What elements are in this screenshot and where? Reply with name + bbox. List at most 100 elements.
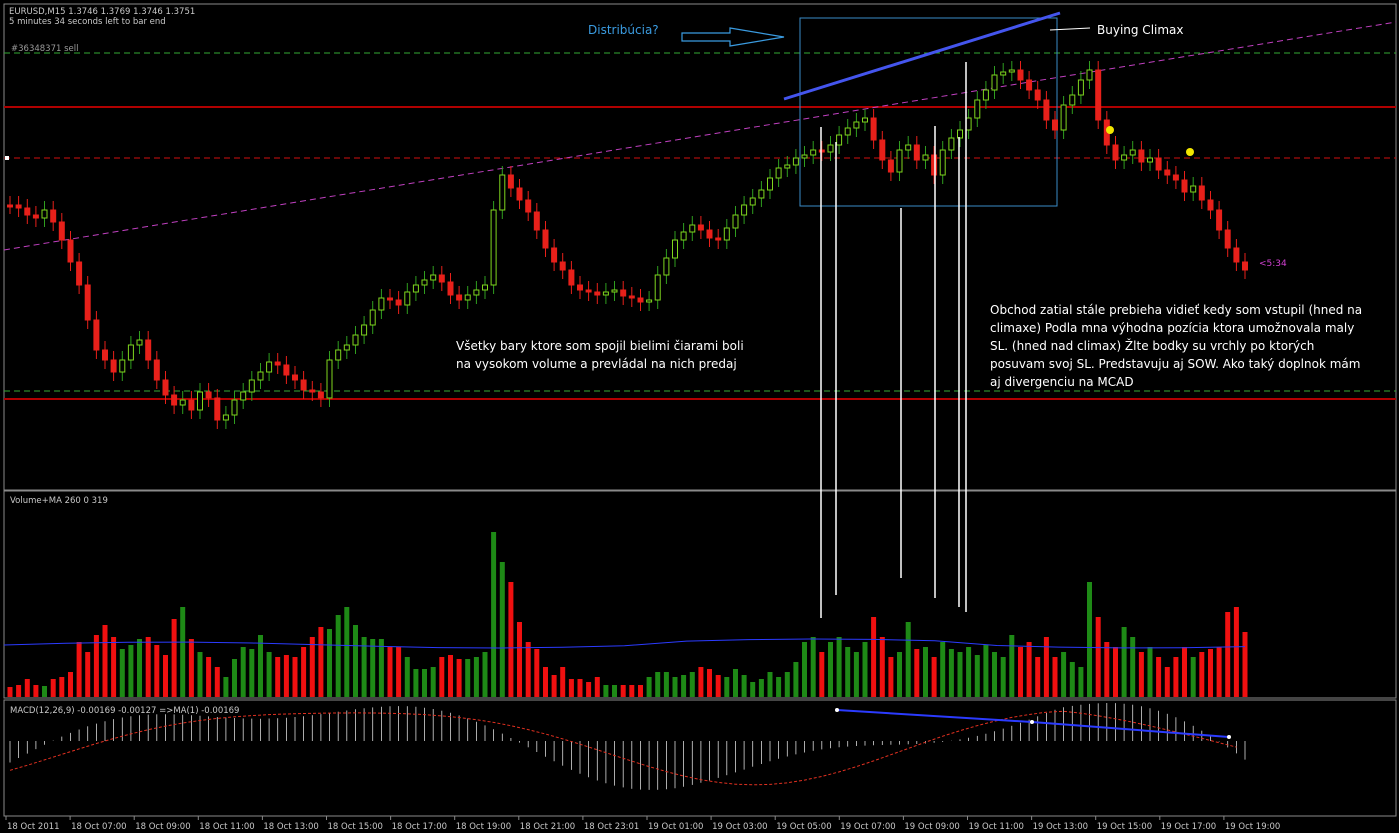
- candle-body: [1207, 199, 1214, 211]
- volume-bar: [1052, 657, 1058, 697]
- candle-body: [775, 167, 782, 179]
- candle-body: [680, 231, 687, 241]
- candle-body: [594, 291, 601, 296]
- volume-bar: [258, 635, 263, 697]
- volume-bar: [1043, 637, 1049, 697]
- candle-body: [490, 209, 497, 286]
- candle-body: [628, 295, 635, 299]
- candle-body: [931, 154, 938, 176]
- candle-body: [326, 359, 333, 399]
- x-tick-label: 19 Oct 11:00: [969, 822, 1024, 832]
- volume-bar: [188, 639, 194, 697]
- candle-body: [1129, 149, 1136, 156]
- candle-body: [231, 399, 238, 416]
- candle-body: [646, 299, 653, 303]
- candle-body: [240, 391, 247, 401]
- candle-body: [991, 74, 998, 91]
- candle-body: [41, 209, 48, 219]
- candle-body: [395, 299, 402, 306]
- volume-connector-lines: [820, 62, 967, 618]
- volume-bar: [983, 645, 989, 697]
- volume-bar: [33, 685, 39, 697]
- volume-bar: [266, 652, 272, 697]
- volume-bar: [214, 667, 220, 697]
- volume-bar: [966, 647, 972, 697]
- volume-bar: [923, 647, 928, 697]
- volume-bar: [853, 652, 859, 697]
- volume-bar: [448, 655, 453, 697]
- x-tick-label: 18 Oct 19:00: [456, 822, 511, 832]
- candle-body: [887, 159, 894, 173]
- upper-trend-line: [783, 11, 1061, 101]
- candle-body: [197, 391, 203, 411]
- volume-bar: [1138, 652, 1144, 697]
- candle-body: [1086, 69, 1093, 81]
- volume-bar: [612, 685, 617, 697]
- volume-bar: [50, 679, 56, 697]
- note-right-line-5: aj divergenciu na MCAD: [990, 375, 1134, 389]
- candle-body: [421, 279, 428, 286]
- volume-bar: [543, 667, 548, 697]
- candle-body: [300, 379, 307, 391]
- candle-body: [758, 189, 765, 199]
- x-tick-label: 19 Oct 03:00: [712, 822, 767, 832]
- volume-bar: [171, 619, 177, 697]
- divergence-point: [1030, 720, 1034, 724]
- candle-body: [438, 274, 445, 283]
- volume-bar: [577, 679, 583, 697]
- volume-bar: [1078, 667, 1084, 697]
- trading-chart[interactable]: EURUSD,M15 1.3746 1.3769 1.3746 1.3751 5…: [0, 0, 1399, 833]
- volume-bar: [715, 675, 721, 697]
- volume-bar: [68, 672, 73, 697]
- volume-bar: [1061, 652, 1067, 697]
- candle-body: [205, 391, 212, 399]
- x-tick-label: 18 Oct 07:00: [71, 822, 126, 832]
- candle-body: [637, 297, 644, 303]
- volume-bar: [758, 679, 764, 697]
- candle-body: [179, 399, 186, 406]
- volume-bar: [819, 652, 825, 697]
- volume-bar: [629, 685, 635, 697]
- volume-bar: [465, 659, 471, 697]
- macd-histogram: [9, 703, 1246, 790]
- volume-bar: [517, 622, 522, 697]
- macd-indicator-label: MACD(12,26,9) -0.00169 -0.00127 =>MA(1) …: [10, 706, 239, 716]
- candle-body: [870, 117, 877, 141]
- candle-body: [533, 211, 540, 231]
- volume-bar: [137, 639, 142, 697]
- volume-bar: [931, 657, 937, 697]
- candle-body: [1233, 247, 1240, 263]
- candle-body: [292, 374, 298, 381]
- candle-body: [1052, 119, 1058, 131]
- candle-body: [257, 371, 264, 381]
- candle-body: [732, 214, 739, 229]
- volume-bar: [111, 637, 117, 697]
- candle-body: [585, 289, 592, 293]
- volume-bar: [1242, 632, 1248, 697]
- volume-bar: [1216, 647, 1222, 697]
- distribution-label: Distribúcia?: [588, 23, 659, 37]
- volume-bar: [845, 647, 851, 697]
- buying-climax-label: Buying Climax: [1097, 23, 1184, 37]
- candle-body: [1164, 169, 1171, 176]
- volume-bar: [59, 677, 65, 697]
- candle-body: [171, 394, 178, 406]
- volume-bar: [76, 642, 82, 697]
- candle-body: [1008, 69, 1015, 73]
- candle-body: [905, 144, 912, 151]
- candle-body: [620, 289, 627, 297]
- x-tick-label: 19 Oct 07:00: [840, 822, 895, 832]
- candle-body: [706, 229, 713, 239]
- volume-bar: [16, 685, 22, 697]
- candle-body: [456, 294, 463, 301]
- volume-bar: [1026, 642, 1032, 697]
- volume-bar: [525, 642, 531, 697]
- candle-body: [127, 344, 134, 361]
- volume-bar: [145, 637, 151, 697]
- volume-bar: [940, 642, 946, 697]
- x-tick-label: 19 Oct 01:00: [648, 822, 703, 832]
- candle-body: [654, 274, 661, 301]
- candle-body: [24, 207, 31, 216]
- divergence-point: [1227, 735, 1231, 739]
- candle-body: [879, 139, 886, 161]
